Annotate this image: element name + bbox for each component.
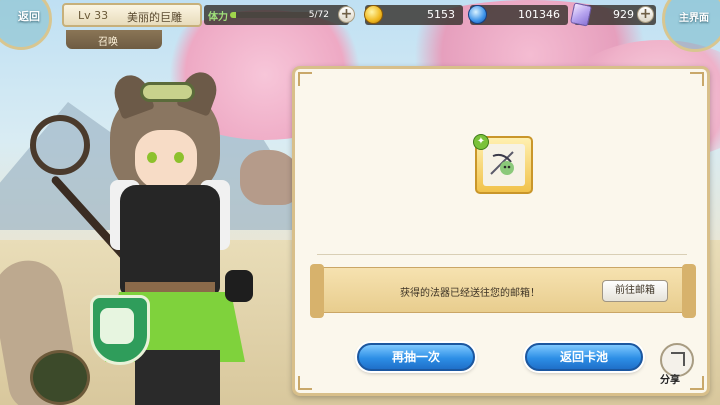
player-name: 美丽的巨雕 bbox=[127, 11, 182, 24]
gold-coin-icon bbox=[364, 5, 383, 24]
mail-notice-text: 获得的法器已经送往您的邮箱！ bbox=[400, 288, 540, 299]
tab-summon-label: 召唤 bbox=[98, 37, 118, 48]
blue-crystal-icon bbox=[468, 5, 487, 24]
mail-notice-banner: 获得的法器已经送往您的邮箱！ 前往邮箱 bbox=[310, 264, 696, 318]
return-to-pool-button[interactable]: 返回卡池 bbox=[525, 343, 643, 371]
stamina-fill bbox=[230, 12, 237, 18]
home-label: 主界面 bbox=[679, 13, 709, 24]
back-button[interactable]: 返回 bbox=[0, 0, 56, 50]
gold-value: 5153 bbox=[427, 8, 455, 21]
stamina-label: 体力 bbox=[208, 12, 228, 23]
crystal-value: 101346 bbox=[518, 8, 560, 21]
go-to-mailbox-button[interactable]: 前往邮箱 bbox=[602, 280, 668, 302]
stamina-value: 5/72 bbox=[308, 10, 329, 20]
share-label: 分享 bbox=[660, 375, 680, 386]
obtained-item-slot[interactable]: ✦ bbox=[473, 134, 533, 194]
draw-result-panel: ✦ 获得的法器已经送往您的邮箱！ 前往邮箱 再抽一次 返回卡池 分享 bbox=[292, 66, 710, 396]
gem-value: 929 bbox=[613, 8, 634, 21]
back-label: 返回 bbox=[18, 10, 40, 23]
element-badge-icon: ✦ bbox=[473, 134, 489, 150]
player-info-plate[interactable]: Lv 33 美丽的巨雕 bbox=[62, 3, 202, 27]
add-gem-button[interactable]: + bbox=[637, 6, 654, 23]
character-illustration bbox=[0, 60, 300, 405]
stamina-bar: 体力 5/72 bbox=[204, 5, 349, 25]
divider bbox=[317, 254, 687, 255]
player-level: Lv 33 bbox=[78, 9, 109, 22]
share-button[interactable]: 分享 bbox=[657, 343, 697, 386]
tab-summon: 召唤 bbox=[66, 30, 162, 49]
bow-weapon-icon bbox=[490, 151, 514, 175]
share-icon bbox=[671, 352, 685, 366]
add-stamina-button[interactable]: + bbox=[338, 6, 355, 23]
stamina-track bbox=[230, 12, 320, 18]
draw-again-button[interactable]: 再抽一次 bbox=[357, 343, 475, 371]
